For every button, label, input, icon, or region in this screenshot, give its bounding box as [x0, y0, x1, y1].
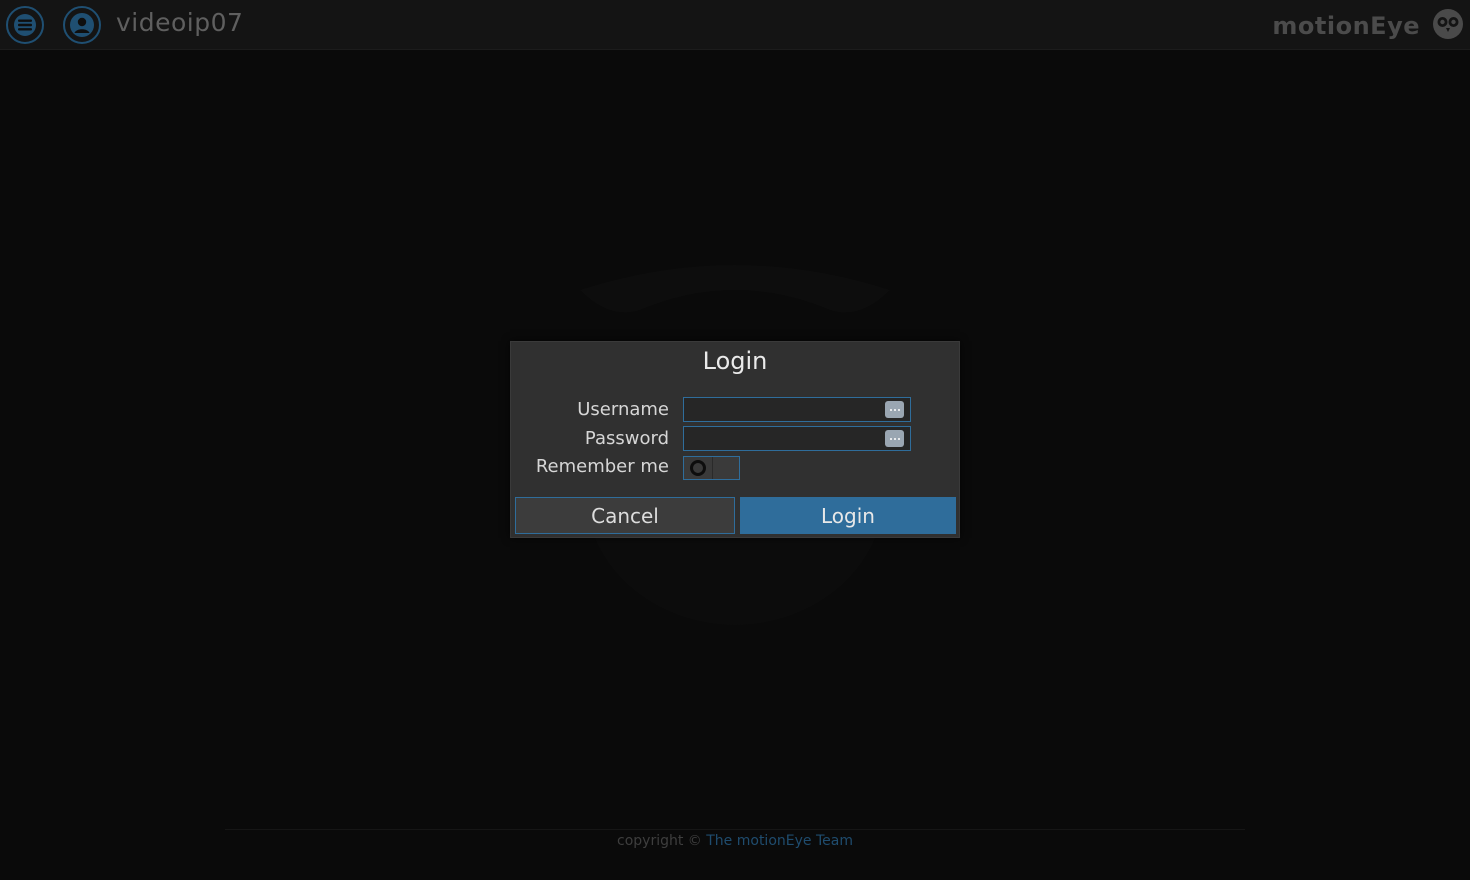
camera-name: videoip07 [116, 8, 244, 37]
login-button[interactable]: Login [740, 497, 956, 534]
cancel-button[interactable]: Cancel [515, 497, 735, 534]
main-menu-button[interactable] [6, 6, 44, 44]
password-manager-icon[interactable] [885, 401, 904, 418]
username-label: Username [577, 399, 669, 420]
login-dialog: Login Username Password Remember me Canc… [510, 341, 960, 538]
password-field-wrapper [683, 426, 911, 451]
footer-divider [225, 829, 1245, 830]
username-input[interactable] [684, 398, 910, 421]
dialog-title: Login [702, 347, 768, 375]
toggle-knob [690, 460, 706, 476]
password-manager-icon[interactable] [885, 430, 904, 447]
user-icon [70, 13, 94, 37]
brand-name: motionEye [1272, 12, 1420, 40]
remember-me-toggle[interactable] [683, 456, 740, 480]
user-button[interactable] [63, 6, 101, 44]
username-field-wrapper [683, 397, 911, 422]
toggle-divider [712, 457, 713, 479]
password-input[interactable] [684, 427, 910, 450]
team-link[interactable]: The motionEye Team [706, 833, 853, 849]
hamburger-menu-icon [14, 14, 36, 36]
copyright-text: copyright © [617, 833, 702, 849]
top-bar: videoip07 motionEye [0, 0, 1470, 50]
password-label: Password [584, 428, 669, 449]
owl-logo-icon [1433, 9, 1463, 39]
footer: copyright © The motionEye Team [0, 833, 1470, 849]
remember-me-label: Remember me [535, 456, 669, 477]
